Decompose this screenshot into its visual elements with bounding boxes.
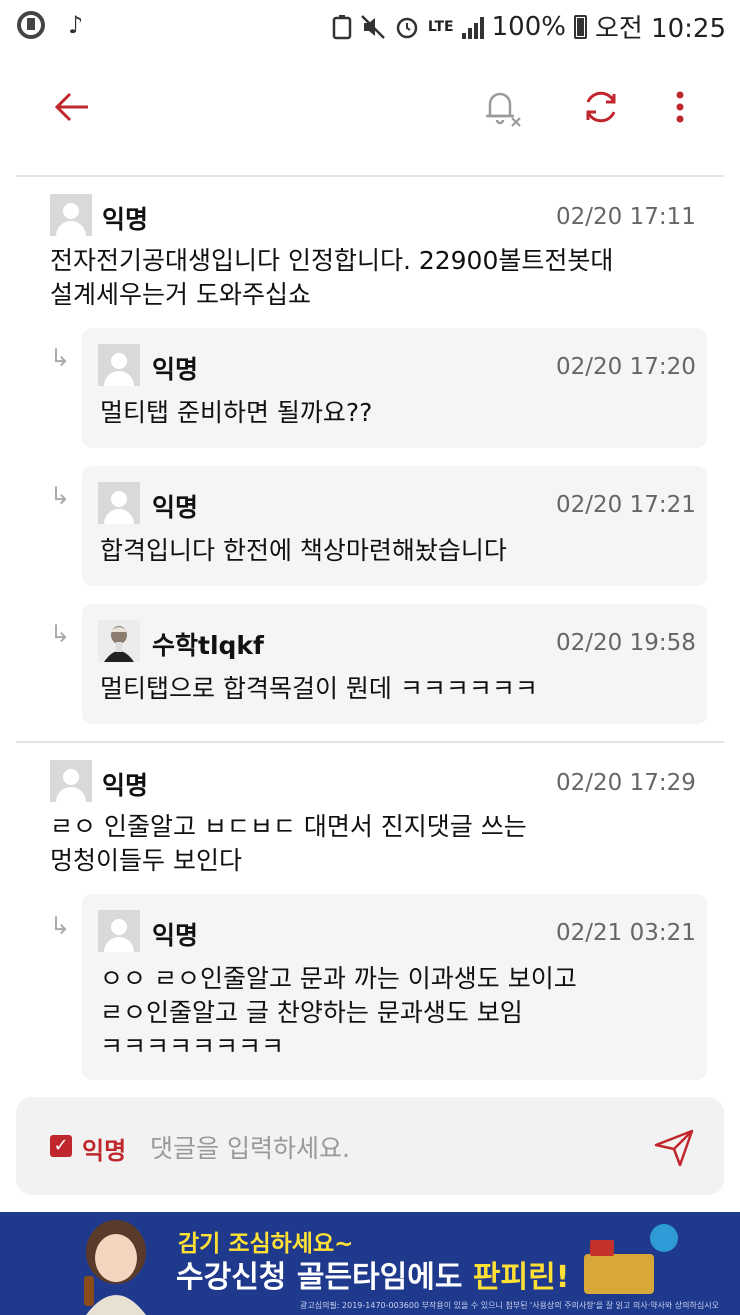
- user-avatar-photo: [98, 620, 140, 662]
- comment-author: 익명: [102, 205, 149, 234]
- reply-time: 02/21 03:21: [556, 920, 696, 946]
- download-status-icon: [332, 14, 352, 39]
- reply-time: 02/20 17:20: [556, 354, 696, 380]
- avatar: [98, 482, 140, 524]
- avatar: [98, 344, 140, 386]
- reply-text: ㅇㅇ ㄹㅇ인줄알고 문과 까는 이과생도 보이고 ㄹㅇ인줄알고 글 찬양하는 문…: [100, 964, 577, 1061]
- ad-model-image: [84, 1220, 146, 1315]
- reply: 익명 02/20 17:20 멀티탭 준비하면 될까요??: [82, 328, 707, 448]
- reply-time: 02/20 19:58: [556, 630, 696, 656]
- app-notification-icon: [17, 11, 45, 39]
- ad-fine-print: 광고심의필: 2019-1470-003600 부작용이 있을 수 있으니 첨부…: [300, 1301, 719, 1310]
- music-note-icon: ♪: [68, 11, 84, 39]
- ad-slogan: 수강신청 골든타임에도 판피린!: [176, 1260, 570, 1295]
- back-button[interactable]: [48, 82, 98, 132]
- network-type-label: LTE: [427, 18, 454, 35]
- reply-arrow-icon: ↳: [50, 912, 71, 940]
- alarm-icon: [396, 17, 418, 38]
- reply-text: 합격입니다 한전에 책상마련해놨습니다: [100, 536, 507, 565]
- battery-icon: [573, 14, 587, 39]
- comment-author: 익명: [102, 771, 149, 800]
- comment-text: ㄹㅇ 인줄알고 ㅂㄷㅂㄷ 대면서 진지댓글 쓰는 멍청이들두 보인다: [50, 812, 527, 875]
- status-bar: ♪ LTE 100% 오전 10:25: [0, 0, 740, 52]
- ad-banner[interactable]: 감기 조심하세요~ 수강신청 골든타임에도 판피린! 광고심의필: 2019-1…: [0, 1212, 740, 1315]
- app-bar: [0, 62, 740, 152]
- reply-author: 익명: [152, 493, 199, 522]
- reply-author: 익명: [152, 921, 199, 950]
- comment-input[interactable]: [148, 1127, 632, 1169]
- comment-text: 전자전기공대생입니다 인정합니다. 22900볼트전봇대 설계세우는거 도와주십…: [50, 246, 614, 309]
- reply-text: 멀티탭 준비하면 될까요??: [100, 398, 373, 427]
- avatar: [50, 194, 92, 236]
- reply: 익명 02/20 17:21 합격입니다 한전에 책상마련해놨습니다: [82, 466, 707, 586]
- send-icon: [654, 1129, 694, 1167]
- portrait-icon: [104, 626, 134, 662]
- clock: 오전 10:25: [594, 14, 726, 44]
- reply: 수학tlqkf 02/20 19:58 멀티탭으로 합격목걸이 뭔데 ㅋㅋㅋㅋㅋ…: [82, 604, 707, 724]
- reply: 익명 02/21 03:21 ㅇㅇ ㄹㅇ인줄알고 문과 까는 이과생도 보이고 …: [82, 894, 707, 1080]
- notification-off-button[interactable]: [476, 82, 526, 132]
- comment-time: 02/20 17:29: [556, 770, 696, 796]
- more-options-button[interactable]: [660, 82, 700, 132]
- reply-author: 수학tlqkf: [152, 631, 264, 660]
- refresh-button[interactable]: [576, 82, 626, 132]
- bell-off-icon: [486, 92, 521, 127]
- back-arrow-icon: [54, 92, 88, 122]
- send-button[interactable]: [652, 1125, 696, 1169]
- reply-time: 02/20 17:21: [556, 492, 696, 518]
- more-vert-icon: [676, 91, 684, 123]
- refresh-icon: [586, 91, 616, 123]
- reply-text: 멀티탭으로 합격목걸이 뭔데 ㅋㅋㅋㅋㅋㅋ: [100, 674, 538, 703]
- comment: 익명 02/20 17:11 전자전기공대생입니다 인정합니다. 22900볼트…: [0, 192, 740, 322]
- comment-divider: [16, 741, 724, 743]
- comment-time: 02/20 17:11: [556, 204, 696, 230]
- reply-arrow-icon: ↳: [50, 344, 71, 372]
- reply-author: 익명: [152, 355, 199, 384]
- comment-input-bar: ✓ 익명: [16, 1097, 724, 1195]
- anonymous-checkbox[interactable]: ✓: [50, 1135, 72, 1157]
- ad-product-image: [584, 1240, 654, 1294]
- comment: 익명 02/20 17:29 ㄹㅇ 인줄알고 ㅂㄷㅂㄷ 대면서 진지댓글 쓰는 …: [0, 758, 740, 888]
- avatar: [50, 760, 92, 802]
- mute-icon: [361, 14, 385, 39]
- ad-brand-logo-icon: [650, 1224, 678, 1252]
- reply-arrow-icon: ↳: [50, 482, 71, 510]
- header-divider: [16, 175, 724, 177]
- reply-arrow-icon: ↳: [50, 620, 71, 648]
- battery-percent: 100%: [491, 11, 566, 42]
- signal-strength-icon: [461, 15, 484, 39]
- avatar: [98, 910, 140, 952]
- anonymous-label[interactable]: 익명: [82, 1131, 126, 1166]
